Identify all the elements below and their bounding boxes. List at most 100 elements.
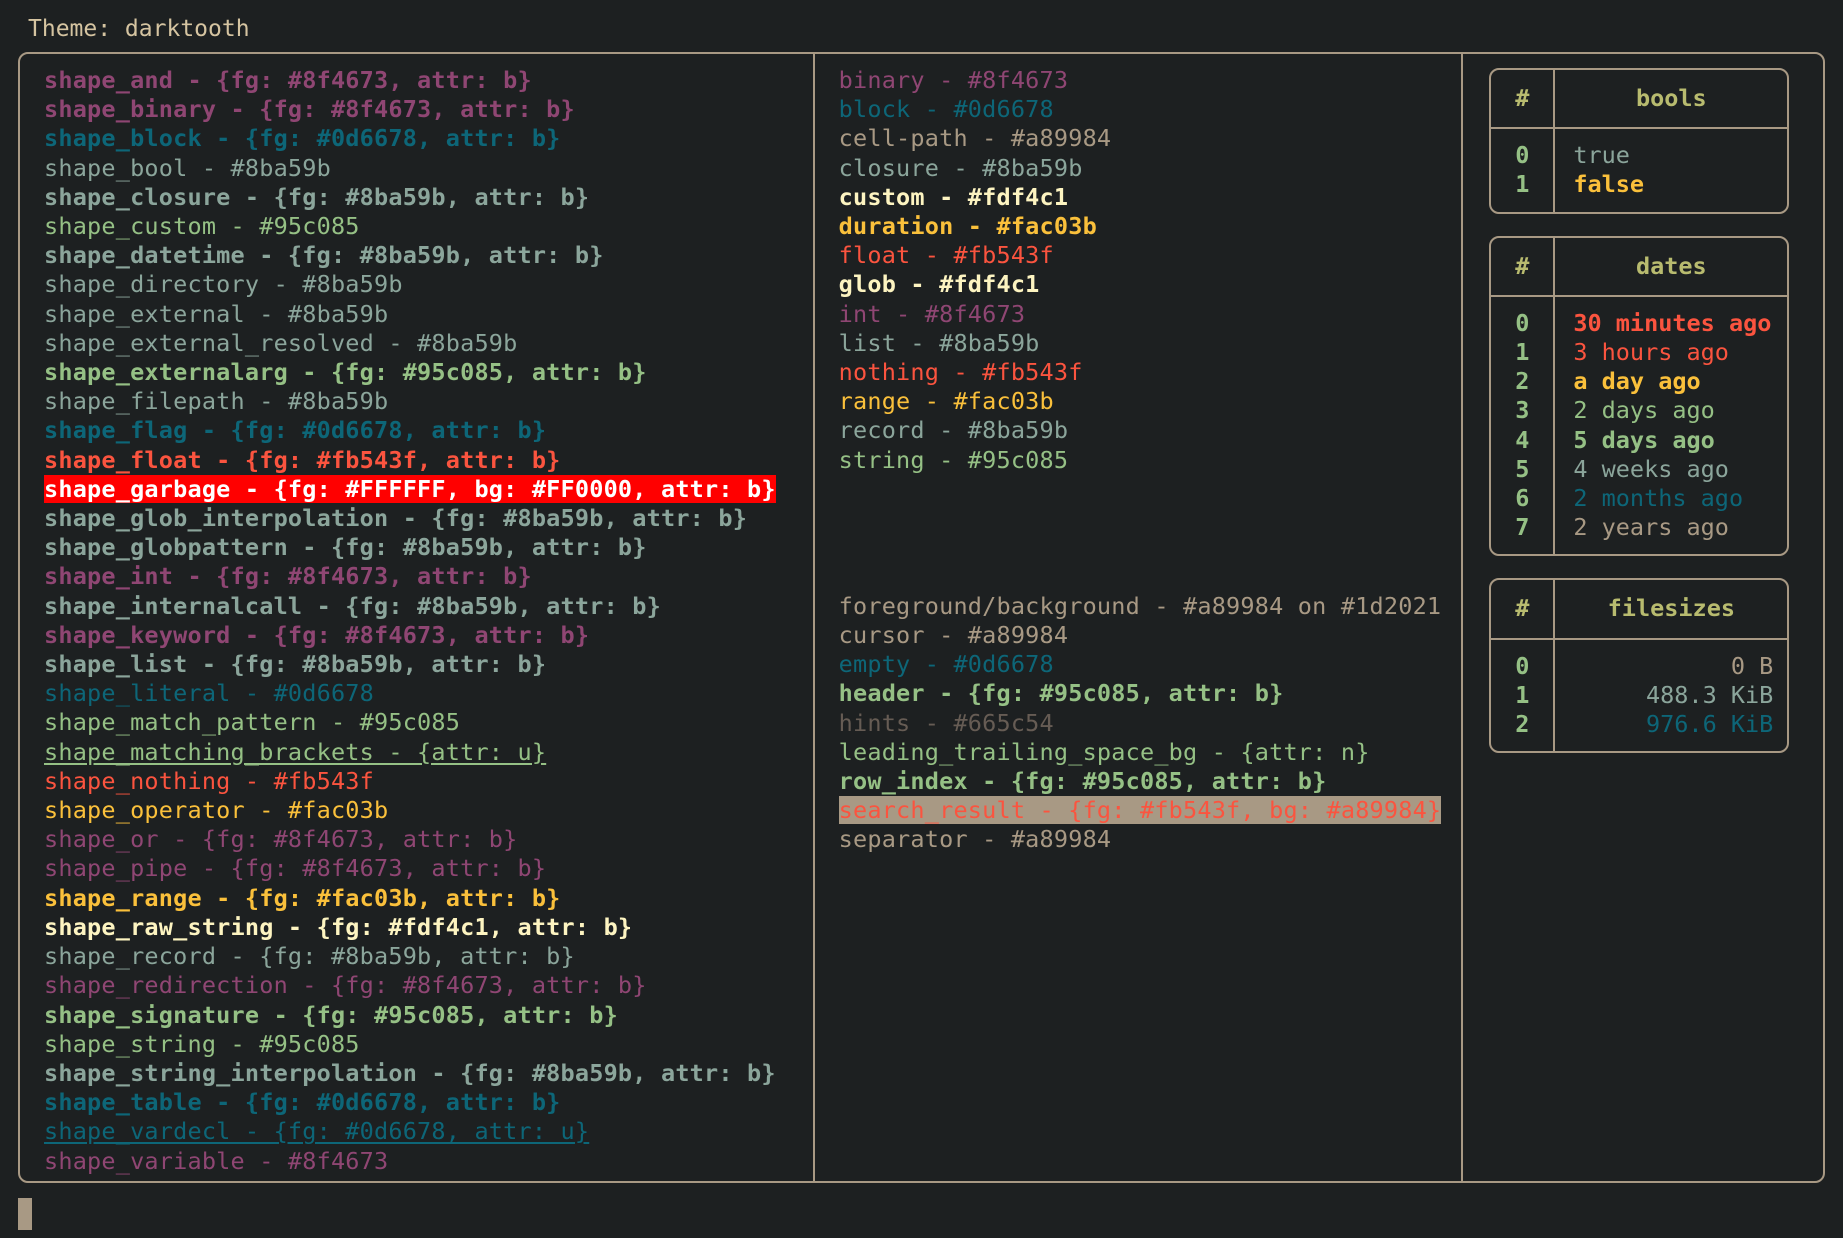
shape-entry: shape_float - {fg: #fb543f, attr: b} [44, 446, 813, 475]
column-header-index: # [1491, 580, 1555, 639]
table-row: 2976.6 KiB [1491, 710, 1787, 751]
table-row: 54 weeks ago [1491, 455, 1787, 484]
ui-element-entry: cursor - #a89984 [839, 621, 1462, 650]
row-value: true [1555, 129, 1787, 170]
ui-element-entry: foreground/background - #a89984 on #1d20… [839, 592, 1462, 621]
shape-entry: shape_closure - {fg: #8ba59b, attr: b} [44, 183, 813, 212]
row-value: 5 days ago [1555, 426, 1787, 455]
ui-element-entry: header - {fg: #95c085, attr: b} [839, 679, 1462, 708]
ui-element-entry: empty - #0d6678 [839, 650, 1462, 679]
column-header-value: bools [1555, 70, 1787, 129]
shape-entry: shape_directory - #8ba59b [44, 270, 813, 299]
row-index: 5 [1491, 455, 1555, 484]
table-header-row: #filesizes [1491, 580, 1787, 639]
type-entry: list - #8ba59b [839, 329, 1462, 358]
shape-entry: shape_nothing - #fb543f [44, 767, 813, 796]
column-header-value: dates [1555, 238, 1787, 297]
row-value: 2 months ago [1555, 484, 1787, 513]
ui-element-entry: leading_trailing_space_bg - {attr: n} [839, 738, 1462, 767]
shape-entry: shape_block - {fg: #0d6678, attr: b} [44, 124, 813, 153]
shape-entry: shape_table - {fg: #0d6678, attr: b} [44, 1088, 813, 1117]
shape-entry: shape_int - {fg: #8f4673, attr: b} [44, 562, 813, 591]
ui-element-entry-highlight: search_result - {fg: #fb543f, bg: #a8998… [839, 796, 1442, 824]
ui-element-entry: hints - #665c54 [839, 709, 1462, 738]
shape-entry: shape_range - {fg: #fac03b, attr: b} [44, 884, 813, 913]
shape-entry: shape_matching_brackets - {attr: u} [44, 738, 813, 767]
type-entry: range - #fac03b [839, 387, 1462, 416]
table-row: 00 B [1491, 640, 1787, 681]
table-row: 62 months ago [1491, 484, 1787, 513]
table-row: 13 hours ago [1491, 338, 1787, 367]
shape-entry: shape_and - {fg: #8f4673, attr: b} [44, 66, 813, 95]
shape-entry: shape_glob_interpolation - {fg: #8ba59b,… [44, 504, 813, 533]
table-filesizes: #filesizes00 B1488.3 KiB2976.6 KiB [1489, 578, 1789, 753]
type-entry: float - #fb543f [839, 241, 1462, 270]
row-value: 2 years ago [1555, 513, 1787, 554]
row-value: false [1555, 170, 1787, 211]
type-entry: cell-path - #a89984 [839, 124, 1462, 153]
terminal-screen: Theme: darktooth shape_and - {fg: #8f467… [0, 0, 1843, 1238]
table-header-row: #dates [1491, 238, 1787, 297]
type-entry: int - #8f4673 [839, 300, 1462, 329]
table-row: 0true [1491, 129, 1787, 170]
shape-entry: shape_globpattern - {fg: #8ba59b, attr: … [44, 533, 813, 562]
shape-entry: shape_raw_string - {fg: #fdf4c1, attr: b… [44, 913, 813, 942]
table-row: 45 days ago [1491, 426, 1787, 455]
table-row: 2a day ago [1491, 367, 1787, 396]
shape-entry: shape_literal - #0d6678 [44, 679, 813, 708]
table-row: 32 days ago [1491, 396, 1787, 425]
row-value: 4 weeks ago [1555, 455, 1787, 484]
shape-entry: shape_external_resolved - #8ba59b [44, 329, 813, 358]
row-value: 3 hours ago [1555, 338, 1787, 367]
row-index: 2 [1491, 367, 1555, 396]
shape-entry: shape_vardecl - {fg: #0d6678, attr: u} [44, 1117, 813, 1146]
shape-entry: shape_or - {fg: #8f4673, attr: b} [44, 825, 813, 854]
theme-preview-box: shape_and - {fg: #8f4673, attr: b}shape_… [18, 52, 1825, 1183]
shape-entry: shape_filepath - #8ba59b [44, 387, 813, 416]
shape-entry: shape_string - #95c085 [44, 1030, 813, 1059]
type-entry: glob - #fdf4c1 [839, 270, 1462, 299]
shape-entry: shape_externalarg - {fg: #95c085, attr: … [44, 358, 813, 387]
type-entry: string - #95c085 [839, 446, 1462, 475]
shape-entry: shape_binary - {fg: #8f4673, attr: b} [44, 95, 813, 124]
shape-entry: shape_variable - #8f4673 [44, 1147, 813, 1176]
row-value: 488.3 KiB [1555, 681, 1787, 710]
shape-entry: shape_pipe - {fg: #8f4673, attr: b} [44, 854, 813, 883]
row-index: 4 [1491, 426, 1555, 455]
row-value: a day ago [1555, 367, 1787, 396]
shape-entry: shape_external - #8ba59b [44, 300, 813, 329]
row-index: 0 [1491, 640, 1555, 681]
table-row: 1false [1491, 170, 1787, 211]
table-header-row: #bools [1491, 70, 1787, 129]
shape-entry: shape_match_pattern - #95c085 [44, 708, 813, 737]
row-index: 2 [1491, 710, 1555, 751]
shape-entry: shape_flag - {fg: #0d6678, attr: b} [44, 416, 813, 445]
row-value: 30 minutes ago [1555, 297, 1787, 338]
column-header-index: # [1491, 70, 1555, 129]
type-entry: block - #0d6678 [839, 95, 1462, 124]
shape-entry: shape_custom - #95c085 [44, 212, 813, 241]
row-index: 1 [1491, 338, 1555, 367]
type-entry: closure - #8ba59b [839, 154, 1462, 183]
ui-element-entry: search_result - {fg: #fb543f, bg: #a8998… [839, 796, 1462, 825]
row-value: 0 B [1555, 640, 1787, 681]
theme-title: Theme: darktooth [18, 14, 1825, 44]
table-row: 72 years ago [1491, 513, 1787, 554]
shape-entry-highlight: shape_garbage - {fg: #FFFFFF, bg: #FF000… [44, 475, 776, 503]
shape-entry: shape_garbage - {fg: #FFFFFF, bg: #FF000… [44, 475, 813, 504]
row-index: 0 [1491, 297, 1555, 338]
row-index: 1 [1491, 170, 1555, 211]
table-row: 1488.3 KiB [1491, 681, 1787, 710]
shape-entry: shape_redirection - {fg: #8f4673, attr: … [44, 971, 813, 1000]
row-value: 2 days ago [1555, 396, 1787, 425]
shape-entry: shape_record - {fg: #8ba59b, attr: b} [44, 942, 813, 971]
shape-entry: shape_string_interpolation - {fg: #8ba59… [44, 1059, 813, 1088]
tables-column: #bools0true1false#dates030 minutes ago13… [1463, 54, 1823, 1181]
shape-entry: shape_keyword - {fg: #8f4673, attr: b} [44, 621, 813, 650]
table-bools: #bools0true1false [1489, 68, 1789, 214]
shapes-column: shape_and - {fg: #8f4673, attr: b}shape_… [20, 54, 813, 1181]
column-spacer [839, 475, 1462, 592]
row-index: 1 [1491, 681, 1555, 710]
table-row: 030 minutes ago [1491, 297, 1787, 338]
column-header-value: filesizes [1555, 580, 1787, 639]
